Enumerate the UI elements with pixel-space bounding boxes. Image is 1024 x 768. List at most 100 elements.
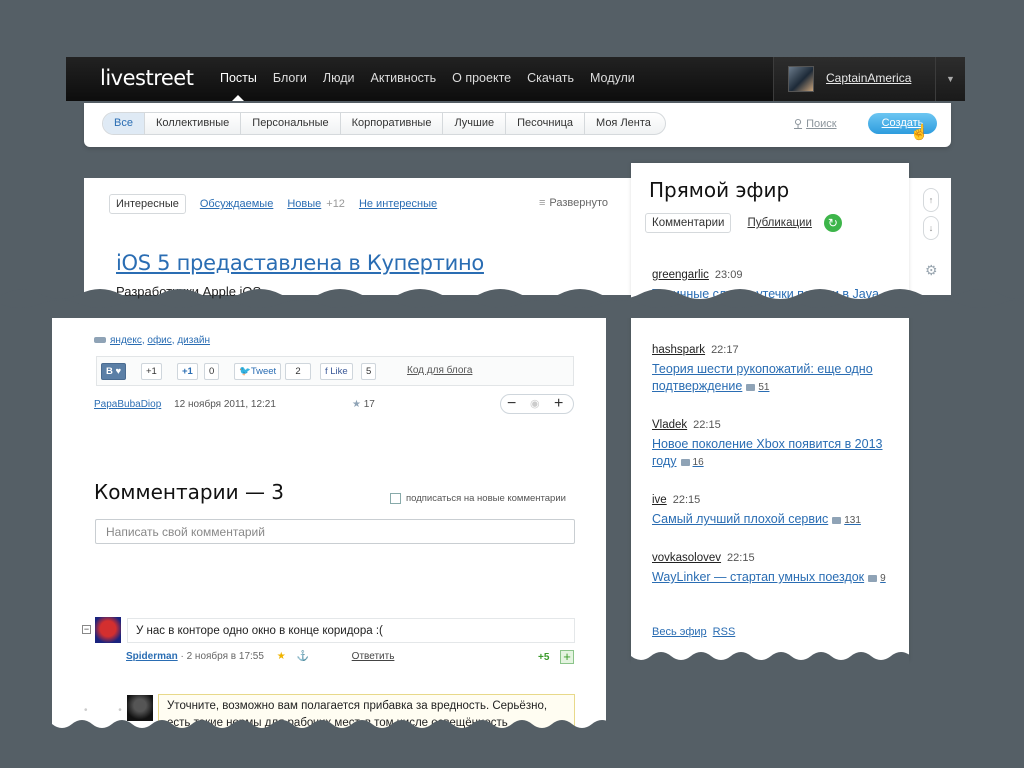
reply-link[interactable]: Ответить <box>352 651 395 662</box>
list-item: hashspark 22:17 Теория шести рукопожатий:… <box>652 342 892 396</box>
scroll-down-icon[interactable]: ↓ <box>923 216 939 240</box>
search-icon: ⚲ <box>794 118 803 130</box>
facebook-like-button[interactable]: f Like <box>320 363 353 380</box>
vk-share-count: +1 <box>141 363 162 380</box>
comment-count: 131 <box>832 515 861 526</box>
subfilter-new[interactable]: Новые <box>287 198 321 210</box>
tag-link[interactable]: офис <box>147 335 171 346</box>
filter-my-feed[interactable]: Моя Лента <box>585 113 665 134</box>
all-live-link[interactable]: Весь эфир <box>652 626 707 638</box>
scroll-up-icon[interactable]: ↑ <box>923 188 939 212</box>
tab-comments[interactable]: Комментарии <box>645 213 732 233</box>
refresh-icon[interactable]: ↻ <box>823 214 842 232</box>
live-time: 22:15 <box>727 552 755 564</box>
subfilter-not-interesting[interactable]: Не интересные <box>359 198 437 210</box>
subfilter-discussed[interactable]: Обсуждаемые <box>200 198 273 210</box>
blog-code-link[interactable]: Код для блога <box>407 365 472 376</box>
list-item: ive 22:15 Самый лучший плохой сервис 131 <box>652 492 892 529</box>
rss-link[interactable]: RSS <box>713 626 736 638</box>
live-post-link[interactable]: WayLinker — стартап умных поездок 9 <box>652 569 892 587</box>
comment-author-link[interactable]: Spiderman <box>126 651 178 662</box>
live-footer: Весь эфир RSS <box>652 626 741 638</box>
scroll-toolbar: ↑ ↓ ⚙ <box>910 178 951 295</box>
live-post-link[interactable]: Самый лучший плохой сервис 131 <box>652 511 892 529</box>
post-author-link[interactable]: PapaBubaDiop <box>94 399 161 410</box>
live-user-link[interactable]: ive <box>652 494 667 506</box>
live-title: Прямой эфир <box>649 178 790 202</box>
star-icon: ★ <box>352 399 361 410</box>
live-stream-panel: Прямой эфир Комментарии Публикации ↻ gre… <box>631 163 909 661</box>
collapse-comment-icon[interactable]: − <box>82 625 91 634</box>
live-time: 22:15 <box>672 494 701 506</box>
avatar[interactable] <box>788 66 814 92</box>
live-post-link[interactable]: Теория шести рукопожатий: еще одно подтв… <box>652 361 892 396</box>
user-menu: CaptainAmerica ▼ <box>773 57 965 101</box>
live-user-link[interactable]: greengarlic <box>652 269 709 281</box>
list-item: Vladek 22:15 Новое поколение Xbox появитс… <box>652 417 892 471</box>
search-link[interactable]: ⚲ Поиск <box>794 117 837 130</box>
nav-people[interactable]: Люди <box>323 71 355 85</box>
tab-publications[interactable]: Публикации <box>747 217 811 229</box>
nav-download[interactable]: Скачать <box>527 71 574 85</box>
nav-modules[interactable]: Модули <box>590 71 635 85</box>
post-voter: − ◉ + <box>500 394 574 414</box>
top-navbar: livestreet Посты Блоги Люди Активность О… <box>66 57 965 101</box>
live-user-link[interactable]: hashspark <box>652 344 705 356</box>
tag-link[interactable]: яндекс <box>110 335 142 346</box>
post-author-row: PapaBubaDiop 12 ноября 2011, 12:21 <box>94 399 276 410</box>
anchor-icon[interactable]: ⚓ <box>296 651 308 662</box>
star-icon[interactable]: ★ <box>277 651 286 662</box>
site-logo[interactable]: livestreet <box>100 66 194 90</box>
comment-vote-plus-button[interactable]: + <box>560 650 574 664</box>
blog-type-filters: Все Коллективные Персональные Корпоратив… <box>102 112 666 135</box>
live-time: 22:15 <box>693 419 721 431</box>
comment-count: 9 <box>868 573 886 584</box>
nav-activity[interactable]: Активность <box>371 71 437 85</box>
hand-cursor-icon: ☝ <box>910 124 929 141</box>
nav-blogs[interactable]: Блоги <box>273 71 307 85</box>
tweet-count: 2 <box>285 363 311 380</box>
post-subfilters: Интересные Обсуждаемые Новые +12 Не инте… <box>109 194 437 214</box>
filter-all[interactable]: Все <box>103 113 145 134</box>
vk-share-button[interactable]: B ♥ <box>101 363 127 380</box>
torn-edge-bottom-right <box>631 652 909 670</box>
comment-count: 51 <box>746 382 769 393</box>
vote-plus-button[interactable]: + <box>554 395 563 413</box>
filter-personal[interactable]: Персональные <box>241 113 341 134</box>
live-tabs: Комментарии Публикации ↻ <box>645 213 842 233</box>
share-bar: B ♥ +1 +1 0 🐦Tweet 2 f Like 5 Код для бл… <box>96 356 574 386</box>
google-plus-count: 0 <box>204 363 220 380</box>
nav-posts[interactable]: Посты <box>220 71 257 85</box>
tag-link[interactable]: дизайн <box>177 335 210 346</box>
facebook-like-count: 5 <box>361 363 377 380</box>
live-time: 23:09 <box>714 269 743 281</box>
comment-text: У нас в конторе одно окно в конце коридо… <box>127 618 575 643</box>
live-time: 22:17 <box>711 344 739 356</box>
post-tags: яндекс, офис, дизайн <box>94 335 210 346</box>
vote-minus-button[interactable]: − <box>507 395 516 413</box>
filter-best[interactable]: Лучшие <box>443 113 507 134</box>
username-link[interactable]: CaptainAmerica <box>826 71 911 85</box>
subfilter-interesting[interactable]: Интересные <box>109 194 186 214</box>
tweet-button[interactable]: 🐦Tweet <box>234 363 282 380</box>
eye-icon[interactable]: ◉ <box>530 395 540 413</box>
comment-meta: Spiderman · 2 ноября в 17:55 ★ ⚓ Ответит… <box>126 651 395 662</box>
caret-down-icon[interactable]: ▼ <box>935 57 965 101</box>
live-user-link[interactable]: vovkasolovev <box>652 552 721 564</box>
gear-icon[interactable]: ⚙ <box>925 262 938 279</box>
new-count: +12 <box>326 198 345 210</box>
live-post-link[interactable]: Новое поколение Xbox появится в 2013 год… <box>652 436 892 471</box>
expand-toggle[interactable]: ≡ Развернуто <box>539 197 608 209</box>
torn-edge-bottom-left <box>52 720 606 738</box>
favourites[interactable]: ★ 17 <box>352 399 375 410</box>
avatar[interactable] <box>95 617 121 643</box>
comment-input[interactable]: Написать свой комментарий <box>95 519 575 544</box>
live-user-link[interactable]: Vladek <box>652 419 687 431</box>
subscribe-checkbox[interactable]: подписаться на новые комментарии <box>390 493 566 504</box>
google-plus-button[interactable]: +1 <box>177 363 198 380</box>
filter-corporate[interactable]: Корпоративные <box>341 113 444 134</box>
filter-sandbox[interactable]: Песочница <box>506 113 586 134</box>
post-title[interactable]: iOS 5 предаставлена в Купертино <box>116 251 484 275</box>
filter-collective[interactable]: Коллективные <box>145 113 242 134</box>
nav-about[interactable]: О проекте <box>452 71 511 85</box>
